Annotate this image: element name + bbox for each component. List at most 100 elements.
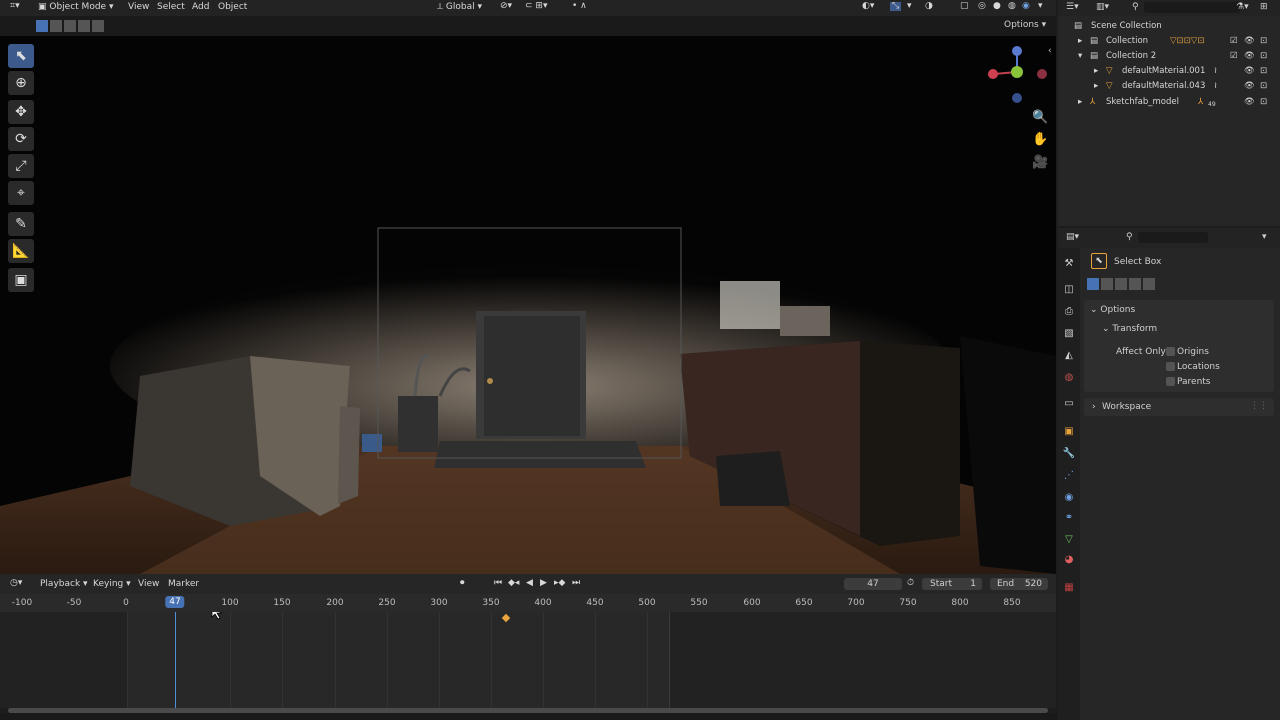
drag-handle-icon[interactable]: ⋮⋮ — [1250, 401, 1268, 411]
origins-checkbox[interactable] — [1166, 347, 1175, 356]
menu-view[interactable]: View — [128, 2, 149, 12]
shading-dropdown-icon[interactable]: ▾ — [1038, 2, 1043, 11]
editor-type-icon[interactable]: ⌗▾ — [10, 2, 20, 11]
mode-selector[interactable]: ▣ Object Mode ▾ — [38, 2, 113, 12]
properties-search-input[interactable] — [1138, 232, 1208, 243]
parents-checkbox[interactable] — [1166, 377, 1175, 386]
render-camera-icon[interactable]: ⊡ — [1260, 97, 1267, 107]
outliner-scene-collection[interactable]: ▤ Scene Collection — [1058, 19, 1280, 34]
select-subtract-icon[interactable] — [64, 20, 76, 32]
render-camera-icon[interactable]: ⊡ — [1260, 66, 1267, 76]
material-tab-icon[interactable]: ◕ — [1062, 554, 1076, 568]
start-frame-field[interactable]: Start 1 — [922, 578, 982, 590]
workspace-panel[interactable]: › Workspace ⋮⋮ — [1084, 398, 1274, 416]
modifier-tab-icon[interactable]: 🔧 — [1062, 448, 1076, 462]
shading-material-icon[interactable]: ◍ — [1008, 2, 1016, 11]
particles-tab-icon[interactable]: ⋰ — [1062, 470, 1076, 484]
timeline-ruler[interactable]: -100 -50 0 47 100 150 200 250 300 350 40… — [0, 594, 1056, 612]
outliner-editor-icon[interactable]: ☰▾ — [1066, 3, 1079, 12]
properties-search-icon[interactable]: ⚲ — [1126, 233, 1133, 242]
expand-arrow-icon[interactable]: ▸ — [1094, 81, 1098, 91]
gizmo-icon[interactable]: ⤡ — [890, 2, 902, 11]
eye-icon[interactable]: 👁 — [1244, 97, 1255, 107]
locations-checkbox[interactable] — [1166, 362, 1175, 371]
jump-end-icon[interactable]: ⏭ — [572, 579, 580, 588]
navigation-gizmo[interactable] — [982, 42, 1048, 108]
keyframe-diamond[interactable] — [501, 613, 511, 623]
mode-intersect-icon[interactable] — [1143, 278, 1155, 290]
prev-keyframe-icon[interactable]: ◆◂ — [508, 579, 519, 588]
annotate-tool-icon[interactable]: ✎ — [8, 212, 34, 236]
render-camera-icon[interactable]: ⊡ — [1260, 51, 1267, 61]
pivot-icon[interactable]: ⊘▾ — [500, 2, 512, 11]
data-tab-icon[interactable]: ▽ — [1062, 534, 1076, 548]
eye-icon[interactable]: 👁 — [1244, 51, 1255, 61]
mode-invert-icon[interactable] — [1129, 278, 1141, 290]
outliner-item-material-001[interactable]: ▸ ▽ defaultMaterial.001 ≀ 👁 ⊡ — [1058, 64, 1280, 79]
rotate-tool-icon[interactable]: ⟳ — [8, 127, 34, 151]
exclude-checkbox-icon[interactable]: ☑ — [1230, 51, 1238, 61]
playhead-line[interactable] — [175, 612, 176, 708]
expand-arrow-icon[interactable]: ▸ — [1094, 66, 1098, 76]
outliner-item-sketchfab[interactable]: ▸ ⅄ Sketchfab_model ⅄ 49 👁 ⊡ — [1058, 95, 1280, 110]
menu-timeline-view[interactable]: View — [138, 579, 159, 589]
options-dropdown[interactable]: Options ▾ — [1004, 20, 1046, 30]
transform-orientation[interactable]: ⟂ Global ▾ — [437, 2, 482, 12]
expand-arrow-icon[interactable]: ▾ — [1078, 51, 1082, 61]
menu-keying[interactable]: Keying ▾ — [93, 579, 131, 589]
timeline-editor-icon[interactable]: ◷▾ — [10, 579, 22, 588]
menu-marker[interactable]: Marker — [168, 579, 199, 589]
select-new-icon[interactable] — [36, 20, 48, 32]
properties-editor-icon[interactable]: ▤▾ — [1066, 233, 1079, 242]
collection-tab-icon[interactable]: ▭ — [1062, 398, 1076, 412]
visibility-icon[interactable]: ◐▾ — [862, 2, 874, 11]
end-frame-field[interactable]: End 520 — [990, 578, 1048, 590]
xray-icon[interactable]: ▢ — [960, 2, 969, 11]
properties-dropdown-icon[interactable]: ▾ — [1262, 233, 1267, 242]
scene-tab-icon[interactable]: ◭ — [1062, 350, 1076, 364]
exclude-checkbox-icon[interactable]: ☑ — [1230, 36, 1238, 46]
texture-tab-icon[interactable]: ▦ — [1062, 582, 1076, 596]
expand-arrow-icon[interactable]: ▸ — [1078, 36, 1082, 46]
play-icon[interactable]: ▶ — [540, 579, 547, 588]
add-cube-tool-icon[interactable]: ▣ — [8, 268, 34, 292]
scale-tool-icon[interactable]: ⤢ — [8, 154, 34, 178]
menu-playback[interactable]: Playback ▾ — [40, 579, 88, 589]
menu-add[interactable]: Add — [192, 2, 209, 12]
render-tab-icon[interactable]: ◫ — [1062, 284, 1076, 298]
timeline-body[interactable] — [0, 612, 1056, 708]
proportional-edit-icon[interactable]: • ∧ — [572, 2, 587, 11]
select-intersect-icon[interactable] — [92, 20, 104, 32]
eye-icon[interactable]: 👁 — [1244, 36, 1255, 46]
object-tab-icon[interactable]: ▣ — [1062, 426, 1076, 440]
select-box-tool-icon[interactable]: ⬉ — [8, 44, 34, 68]
constraints-tab-icon[interactable]: ⚭ — [1062, 512, 1076, 526]
camera-view-icon[interactable]: 🎥 — [1032, 155, 1048, 170]
overlay-icon[interactable]: ◑ — [925, 2, 933, 11]
playhead-frame-label[interactable]: 47 — [165, 596, 185, 608]
gizmo-dropdown-icon[interactable]: ▾ — [907, 2, 912, 11]
physics-tab-icon[interactable]: ◉ — [1062, 492, 1076, 506]
transform-subpanel-header[interactable]: ⌄ Transform — [1102, 324, 1157, 334]
outliner-item-collection[interactable]: ▸ ▤ Collection ▽⊡⊡▽⊡ ☑ 👁 ⊡ — [1058, 34, 1280, 49]
outliner-item-collection-2[interactable]: ▾ ▤ Collection 2 ☑ 👁 ⊡ — [1058, 49, 1280, 64]
cursor-tool-icon[interactable]: ⊕ — [8, 71, 34, 95]
jump-start-icon[interactable]: ⏮ — [494, 579, 502, 588]
shading-rendered-icon[interactable]: ◉ — [1022, 2, 1030, 11]
display-mode-icon[interactable]: ▥▾ — [1096, 3, 1109, 12]
expand-arrow-icon[interactable]: ▸ — [1078, 97, 1082, 107]
outliner-search-icon[interactable]: ⚲ — [1132, 3, 1139, 12]
shading-solid-icon[interactable]: ● — [993, 2, 1001, 11]
sidebar-toggle-icon[interactable]: ‹ — [1048, 46, 1052, 56]
3d-viewport[interactable]: ⬉ ⊕ ✥ ⟳ ⤢ ⌖ ✎ 📐 ▣ 🔍 ✋ 🎥 ‹ — [0, 36, 1056, 574]
transform-tool-icon[interactable]: ⌖ — [8, 181, 34, 205]
select-extend-icon[interactable] — [50, 20, 62, 32]
render-camera-icon[interactable]: ⊡ — [1260, 81, 1267, 91]
snap-icon[interactable]: ⊂ ⊞▾ — [525, 2, 547, 11]
move-tool-icon[interactable]: ✥ — [8, 100, 34, 124]
new-collection-icon[interactable]: ⊞ — [1260, 3, 1268, 12]
measure-tool-icon[interactable]: 📐 — [8, 239, 34, 263]
menu-select[interactable]: Select — [157, 2, 185, 12]
world-tab-icon[interactable]: ◍ — [1062, 372, 1076, 386]
view-layer-tab-icon[interactable]: ▧ — [1062, 328, 1076, 342]
